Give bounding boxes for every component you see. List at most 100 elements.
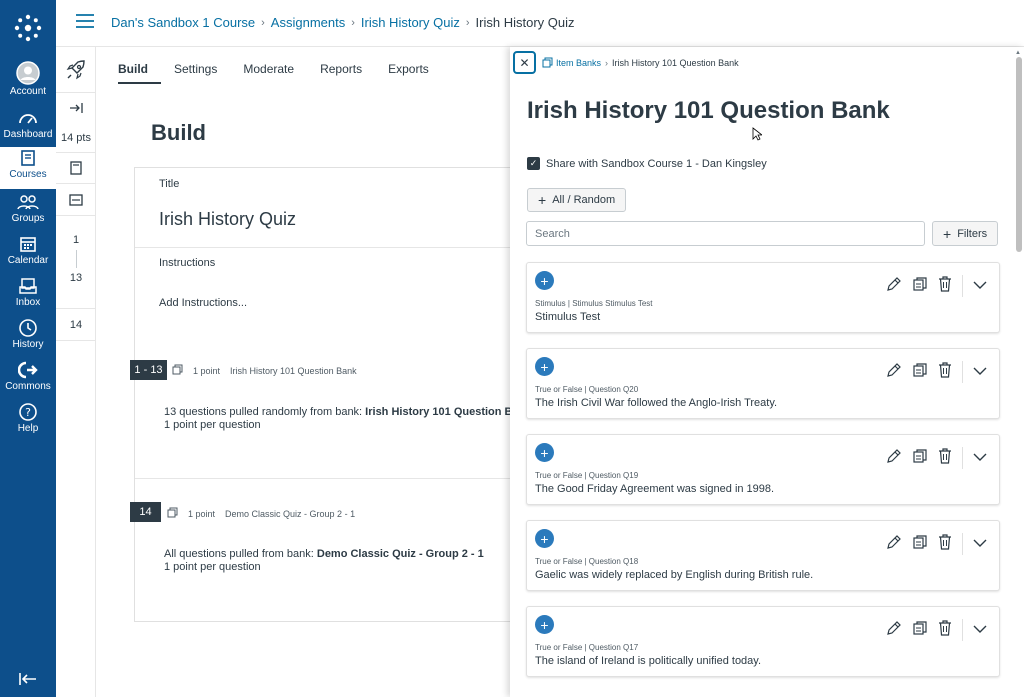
item-bank-panel: ✕ Item Banks › Irish History 101 Questio…	[510, 47, 1024, 697]
trash-icon[interactable]	[938, 533, 952, 555]
trash-icon[interactable]	[938, 361, 952, 383]
add-question-button[interactable]: +	[535, 357, 554, 376]
group-points: 1 point	[188, 508, 216, 519]
nav-account[interactable]: Account	[0, 60, 56, 102]
breadcrumb: Dan's Sandbox 1 Course › Assignments › I…	[111, 15, 575, 30]
chevron-right-icon: ›	[351, 16, 355, 29]
question-actions	[886, 275, 987, 297]
group-description: 13 questions pulled randomly from bank: …	[164, 406, 531, 432]
expand-tray-icon[interactable]	[56, 93, 96, 123]
group-description: All questions pulled from bank: Demo Cla…	[164, 548, 484, 574]
tab-moderate[interactable]: Moderate	[230, 62, 307, 84]
nav-inbox-label: Inbox	[15, 297, 41, 308]
breadcrumb-bank-current: Irish History 101 Question Bank	[612, 57, 739, 68]
stimulus-icon[interactable]	[56, 184, 96, 216]
tab-build[interactable]: Build	[118, 62, 161, 84]
add-question-button[interactable]: +	[535, 615, 554, 634]
nav-calendar-label: Calendar	[7, 255, 49, 266]
tab-reports[interactable]: Reports	[307, 62, 375, 84]
top-bar: Dan's Sandbox 1 Course › Assignments › I…	[56, 0, 1024, 47]
nav-dashboard[interactable]: Dashboard	[0, 107, 56, 149]
canvas-logo-icon[interactable]	[0, 0, 56, 56]
chevron-right-icon: ›	[465, 16, 470, 29]
instructions-doc-icon[interactable]	[56, 153, 96, 184]
nav-groups[interactable]: Groups	[0, 191, 56, 233]
nav-help[interactable]: ? Help	[0, 401, 56, 443]
group-desc-bank: Demo Classic Quiz - Group 2 - 1	[316, 548, 484, 560]
edit-pencil-icon[interactable]	[886, 362, 902, 383]
copy-icon[interactable]	[912, 448, 928, 469]
chevron-down-icon[interactable]	[973, 621, 987, 639]
copy-icon[interactable]	[912, 276, 928, 297]
question-card: + True or False | Question Q18 Gaelic wa…	[526, 520, 1000, 591]
copy-icon[interactable]	[912, 362, 928, 383]
tray-group-range[interactable]: 1 13	[56, 216, 96, 309]
trash-icon[interactable]	[938, 619, 952, 641]
share-checkbox[interactable]: ✓ Share with Sandbox Course 1 - Dan King…	[527, 157, 767, 170]
action-divider	[962, 275, 963, 297]
chevron-down-icon[interactable]	[973, 363, 987, 381]
question-text: Gaelic was widely replaced by English du…	[535, 569, 814, 581]
account-icon	[16, 60, 40, 86]
quiz-tray: 14 pts 1 13 14	[56, 47, 96, 697]
chevron-down-icon[interactable]	[973, 449, 987, 467]
edit-pencil-icon[interactable]	[886, 448, 902, 469]
search-input[interactable]: Search	[526, 221, 925, 246]
group-desc-prefix: 13 questions pulled randomly from bank:	[164, 406, 366, 418]
question-meta: True or False | Question Q20	[535, 385, 639, 394]
scroll-up-icon[interactable]: ▲	[1015, 50, 1021, 56]
rocket-icon[interactable]	[56, 47, 96, 93]
history-icon	[18, 317, 38, 339]
collapse-nav-icon[interactable]	[18, 672, 38, 691]
hamburger-menu-icon[interactable]	[76, 14, 94, 33]
tab-settings[interactable]: Settings	[161, 62, 230, 84]
breadcrumb-assignments[interactable]: Assignments	[271, 15, 345, 30]
nav-history-label: History	[12, 339, 44, 350]
group-desc-bank: Irish History 101 Question Bank	[365, 406, 532, 418]
bank-title: Irish History 101 Question Bank	[527, 97, 890, 124]
copy-icon[interactable]	[912, 620, 928, 641]
breadcrumb-item-banks[interactable]: Item Banks	[542, 57, 601, 68]
trash-icon[interactable]	[938, 275, 952, 297]
action-divider	[962, 619, 963, 641]
share-label: Share with Sandbox Course 1 - Dan Kingsl…	[546, 157, 767, 170]
group-meta: 1 point Irish History 101 Question Bank	[172, 364, 357, 377]
nav-history[interactable]: History	[0, 317, 56, 359]
copy-icon[interactable]	[912, 534, 928, 555]
action-divider	[962, 447, 963, 469]
tray-item-14[interactable]: 14	[56, 309, 96, 341]
close-panel-button[interactable]: ✕	[513, 51, 536, 74]
nav-commons[interactable]: Commons	[0, 359, 56, 401]
title-label: Title	[159, 178, 180, 190]
add-question-button[interactable]: +	[535, 443, 554, 462]
quiz-title[interactable]: Irish History Quiz	[159, 209, 296, 230]
filters-label: Filters	[957, 227, 988, 240]
tab-exports[interactable]: Exports	[375, 62, 442, 84]
add-instructions[interactable]: Add Instructions...	[159, 297, 247, 309]
edit-pencil-icon[interactable]	[886, 534, 902, 555]
add-question-button[interactable]: +	[535, 271, 554, 290]
all-random-button[interactable]: + All / Random	[527, 188, 627, 212]
edit-pencil-icon[interactable]	[886, 620, 902, 641]
nav-calendar[interactable]: Calendar	[0, 233, 56, 275]
panel-scrollbar[interactable]	[1016, 57, 1022, 252]
trash-icon[interactable]	[938, 447, 952, 469]
breadcrumb-quiz[interactable]: Irish History Quiz	[361, 15, 460, 30]
question-text: The Irish Civil War followed the Anglo-I…	[535, 397, 778, 409]
group-badge: 1 - 13	[130, 360, 167, 380]
breadcrumb-item-banks-label: Item Banks	[556, 57, 602, 68]
question-card: + True or False | Question Q19 The Good …	[526, 434, 1000, 505]
tray-range-start: 1	[72, 234, 80, 246]
question-meta: True or False | Question Q18	[535, 557, 639, 566]
chevron-down-icon[interactable]	[973, 535, 987, 553]
close-icon: ✕	[519, 55, 530, 70]
checkmark-icon: ✓	[527, 157, 540, 170]
filters-button[interactable]: + Filters	[932, 221, 999, 246]
bank-icon	[542, 57, 553, 68]
edit-pencil-icon[interactable]	[886, 276, 902, 297]
nav-courses[interactable]: Courses	[0, 147, 56, 189]
breadcrumb-course[interactable]: Dan's Sandbox 1 Course	[111, 15, 255, 30]
nav-inbox[interactable]: Inbox	[0, 275, 56, 317]
chevron-down-icon[interactable]	[973, 277, 987, 295]
add-question-button[interactable]: +	[535, 529, 554, 548]
